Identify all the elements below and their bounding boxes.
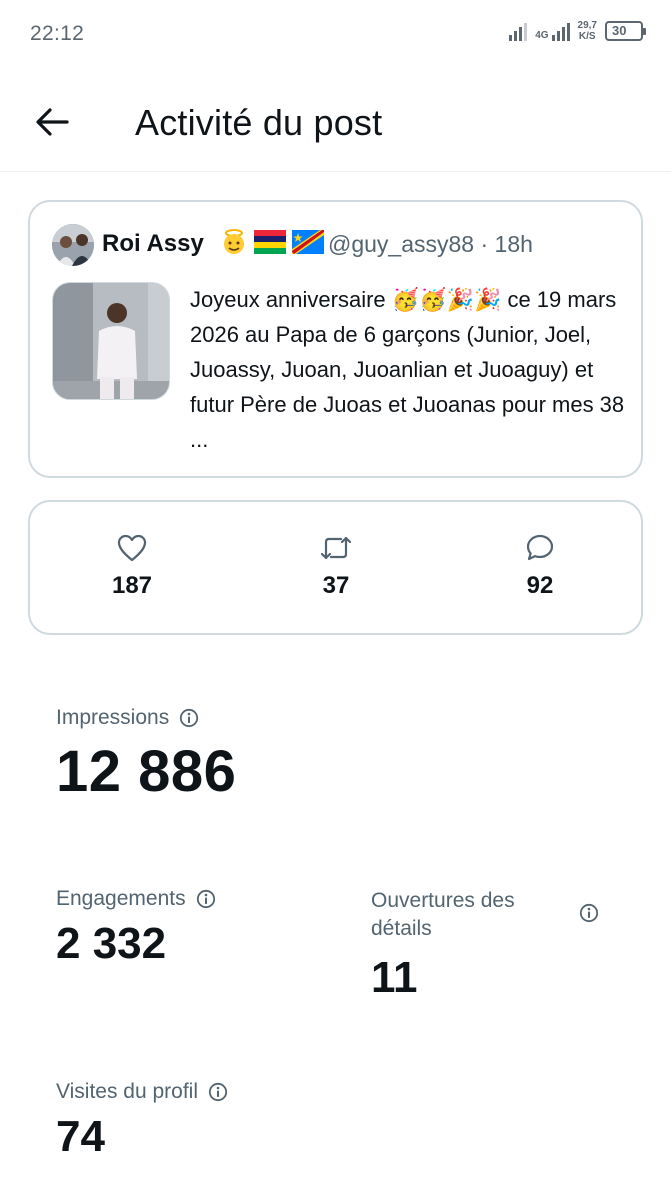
profile-visits-label: Visites du profil bbox=[56, 1080, 199, 1103]
reply-icon bbox=[526, 534, 554, 561]
replies-count: 92 bbox=[526, 572, 554, 599]
info-icon[interactable] bbox=[208, 1082, 228, 1102]
network-type: 4G bbox=[535, 30, 549, 41]
engagements-metric: Engagements 2 332 bbox=[56, 887, 216, 969]
impressions-metric: Impressions 12 886 bbox=[56, 706, 236, 805]
likes-count: 187 bbox=[111, 572, 153, 599]
heart-icon bbox=[117, 534, 147, 562]
profile-visits-metric: Visites du profil 74 bbox=[56, 1080, 228, 1162]
post-text: Joyeux anniversaire 🥳🥳🎉🎉 ce 19 mars 2026… bbox=[190, 287, 625, 452]
angel-emoji-icon bbox=[224, 229, 244, 254]
author-avatar[interactable] bbox=[52, 224, 94, 266]
engagements-label: Engagements bbox=[56, 887, 186, 910]
page-title: Activité du post bbox=[135, 102, 383, 143]
back-button[interactable] bbox=[30, 100, 74, 144]
speed-value: 29,7 bbox=[577, 20, 597, 31]
network-indicator: 4G bbox=[535, 21, 570, 41]
impressions-value: 12 886 bbox=[56, 739, 237, 804]
author-name[interactable]: Roi Assy bbox=[102, 230, 204, 258]
impressions-label: Impressions bbox=[56, 706, 170, 729]
detail-opens-value: 11 bbox=[371, 953, 418, 1002]
likes-stat[interactable]: 187 bbox=[72, 532, 192, 600]
reposts-stat[interactable]: 37 bbox=[276, 532, 396, 600]
author-handle-time: @guy_assy88 · 18h bbox=[328, 231, 533, 257]
signal-icon-2 bbox=[551, 21, 570, 41]
drc-flag-icon bbox=[292, 230, 324, 254]
info-icon[interactable] bbox=[196, 889, 216, 909]
engagements-value: 2 332 bbox=[56, 919, 167, 968]
speed-unit: K/S bbox=[578, 31, 596, 42]
detail-opens-label: Ouvertures des détails bbox=[371, 889, 515, 940]
mauritius-flag-icon bbox=[254, 230, 286, 254]
status-time: 22:12 bbox=[30, 22, 85, 45]
info-icon[interactable] bbox=[579, 903, 599, 923]
author-badges bbox=[220, 228, 324, 256]
status-icons: 4G 29,7 K/S 30 bbox=[509, 20, 646, 42]
detail-opens-metric: Ouvertures des détails 11 bbox=[371, 887, 621, 1003]
signal-icon bbox=[509, 21, 528, 41]
replies-stat[interactable]: 92 bbox=[480, 532, 600, 600]
info-icon[interactable] bbox=[179, 708, 199, 728]
battery-icon: 30 bbox=[605, 21, 646, 41]
post-thumbnail[interactable] bbox=[52, 282, 170, 400]
post-preview-card[interactable]: Roi Assy @guy_assy88 · 18h Joyeux annive… bbox=[28, 200, 643, 478]
page-header: Activité du post bbox=[0, 68, 671, 172]
reposts-count: 37 bbox=[322, 572, 350, 599]
network-speed: 29,7 K/S bbox=[578, 20, 597, 42]
status-bar: 22:12 4G 29,7 K/S 30 bbox=[0, 0, 671, 68]
profile-visits-value: 74 bbox=[56, 1112, 105, 1161]
engagement-summary-card: 187 37 92 bbox=[28, 500, 643, 635]
repost-icon bbox=[320, 536, 352, 560]
arrow-left-icon bbox=[36, 108, 69, 136]
